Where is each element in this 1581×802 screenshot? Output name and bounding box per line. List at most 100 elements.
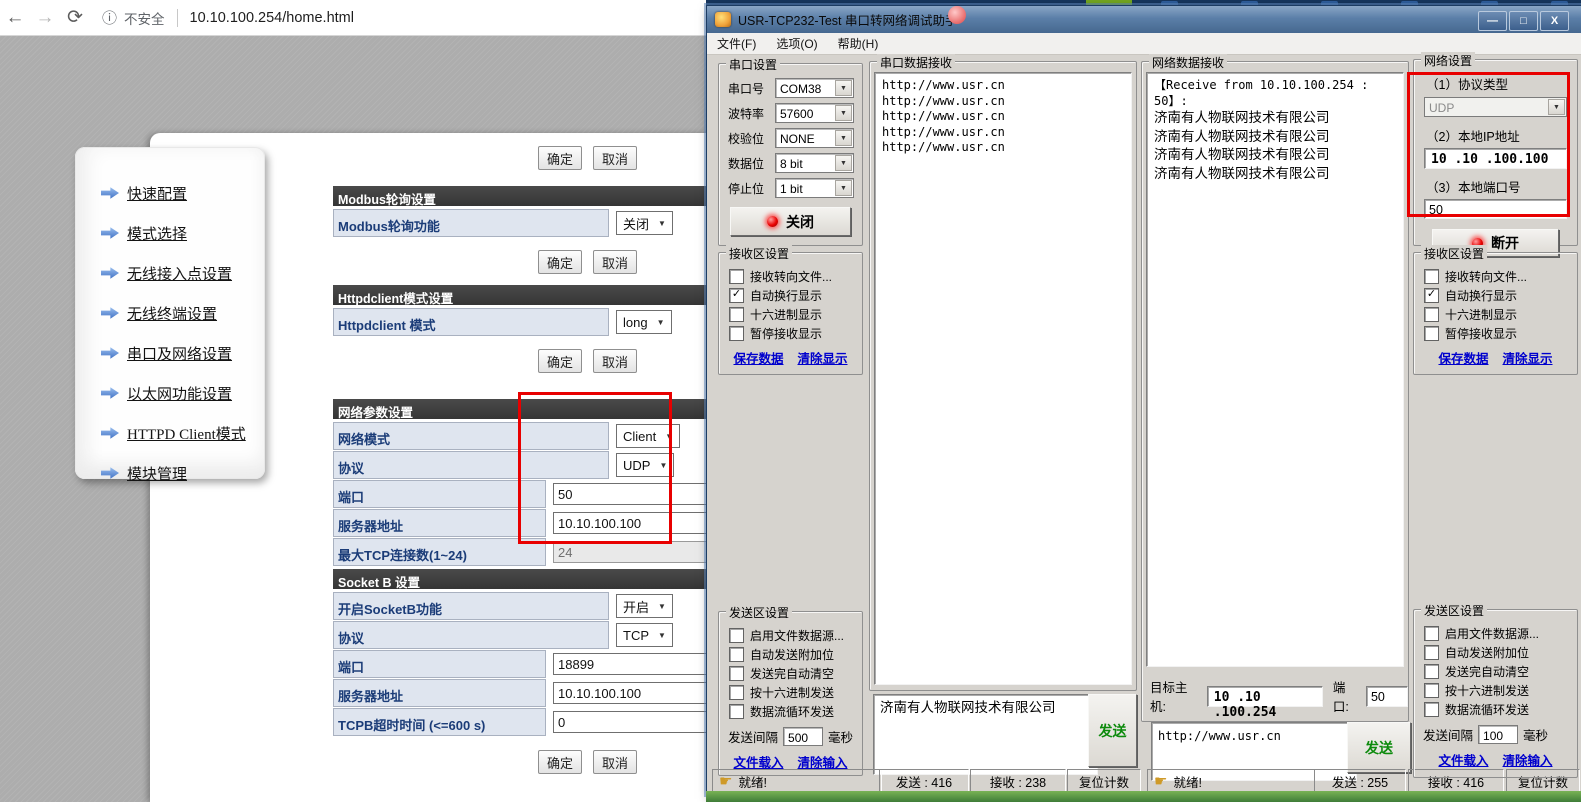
network-settings-group: 网络设置 （1）协议类型 UDP （2）本地IP地址 10 .10 .100.1… bbox=[1413, 59, 1578, 246]
ok-button[interactable]: 确定 bbox=[538, 250, 582, 274]
interval-input[interactable]: 100 bbox=[1478, 725, 1518, 744]
checkbox-hex-display[interactable] bbox=[1424, 307, 1439, 322]
checkbox-recv-to-file[interactable] bbox=[729, 269, 744, 284]
checkbox-auto-wrap[interactable] bbox=[729, 288, 744, 303]
reload-icon[interactable]: ⟳ bbox=[60, 6, 90, 29]
checkbox-pause-recv[interactable] bbox=[729, 326, 744, 341]
serial-receive-area[interactable]: http://www.usr.cn http://www.usr.cn http… bbox=[874, 72, 1132, 685]
modbus-function-select[interactable]: 关闭 bbox=[616, 211, 673, 235]
ok-button[interactable]: 确定 bbox=[538, 750, 582, 774]
menu-file[interactable]: 文件(F) bbox=[707, 35, 766, 52]
clear-input-link[interactable]: 清除输入 bbox=[1503, 750, 1553, 769]
sidebar-item-quick-config[interactable]: 快速配置 bbox=[101, 173, 265, 213]
minimize-button[interactable]: — bbox=[1478, 11, 1507, 31]
stopbits-select[interactable]: 1 bit bbox=[775, 178, 854, 198]
socketb-server-input[interactable] bbox=[553, 682, 713, 704]
clear-display-link[interactable]: 清除显示 bbox=[798, 348, 848, 367]
forward-icon[interactable]: → bbox=[30, 7, 60, 29]
url-text[interactable]: 10.10.100.254/home.html bbox=[190, 10, 354, 26]
menu-help[interactable]: 帮助(H) bbox=[828, 35, 889, 52]
title-bar[interactable]: USR-TCP232-Test 串口转网络调试助手 — □ X bbox=[707, 6, 1581, 33]
checkbox-hex-display[interactable] bbox=[729, 307, 744, 322]
section-header-httpdclient: Httpdclient模式设置 bbox=[333, 285, 713, 305]
socketb-protocol-select[interactable]: TCP bbox=[616, 623, 673, 647]
reset-count-button[interactable]: 复位计数 bbox=[1067, 769, 1141, 793]
close-button[interactable]: X bbox=[1540, 11, 1569, 31]
checkbox-auto-wrap[interactable] bbox=[1424, 288, 1439, 303]
back-icon[interactable]: ← bbox=[0, 7, 30, 29]
cancel-button[interactable]: 取消 bbox=[593, 146, 637, 170]
checkbox-label: 发送完自动清空 bbox=[750, 665, 834, 682]
checkbox-pause-recv[interactable] bbox=[1424, 326, 1439, 341]
sidebar-item-module-manage[interactable]: 模块管理 bbox=[101, 453, 265, 493]
interval-input[interactable]: 500 bbox=[783, 727, 823, 746]
checkbox-file-source[interactable] bbox=[1424, 626, 1439, 641]
cancel-button[interactable]: 取消 bbox=[593, 349, 637, 373]
row-label: 协议 bbox=[333, 451, 609, 479]
com-port-select[interactable]: COM38 bbox=[775, 78, 854, 98]
checkbox-send-hex[interactable] bbox=[729, 685, 744, 700]
local-ip-input[interactable]: 10 .10 .100.100 bbox=[1424, 148, 1567, 169]
sidebar-item-sta-settings[interactable]: 无线终端设置 bbox=[101, 293, 265, 333]
sidebar-item-ap-settings[interactable]: 无线接入点设置 bbox=[101, 253, 265, 293]
serial-settings-group: 串口设置 串口号COM38 波特率57600 校验位NONE 数据位8 bit … bbox=[718, 63, 863, 246]
sidebar-item-mode-select[interactable]: 模式选择 bbox=[101, 213, 265, 253]
httpdclient-mode-select[interactable]: long bbox=[616, 310, 672, 334]
socketb-port-input[interactable] bbox=[553, 653, 713, 675]
sidebar-item-ethernet-settings[interactable]: 以太网功能设置 bbox=[101, 373, 265, 413]
arrow-icon bbox=[101, 427, 119, 440]
info-icon[interactable]: ⓘ bbox=[102, 7, 117, 28]
target-host-input[interactable]: 10 .10 .100.254 bbox=[1207, 686, 1323, 707]
socketb-enable-select[interactable]: 开启 bbox=[616, 594, 673, 618]
checkbox-loop-send[interactable] bbox=[729, 704, 744, 719]
sidebar-item-httpd-client[interactable]: HTTPD Client模式 bbox=[101, 413, 265, 453]
network-receive-area[interactable]: 【Receive from 10.10.100.254 : 50】: 济南有人物… bbox=[1146, 72, 1404, 667]
checkbox-file-source[interactable] bbox=[729, 628, 744, 643]
checkbox-auto-append[interactable] bbox=[729, 647, 744, 662]
baudrate-select[interactable]: 57600 bbox=[775, 103, 854, 123]
network-send-button[interactable]: 发送 bbox=[1347, 722, 1411, 773]
sidebar-item-label[interactable]: 串口及网络设置 bbox=[127, 343, 232, 364]
sidebar-item-label[interactable]: 以太网功能设置 bbox=[127, 383, 232, 404]
sidebar-item-label[interactable]: 快速配置 bbox=[127, 183, 187, 204]
protocol-select[interactable]: UDP bbox=[616, 453, 674, 477]
ok-button[interactable]: 确定 bbox=[538, 146, 582, 170]
checkbox-clear-after-send[interactable] bbox=[729, 666, 744, 681]
local-port-input[interactable]: 50 bbox=[1424, 199, 1567, 219]
save-data-link[interactable]: 保存数据 bbox=[733, 348, 783, 367]
server-address-input[interactable] bbox=[553, 512, 713, 534]
checkbox-loop-send[interactable] bbox=[1424, 702, 1439, 717]
address-bar[interactable]: ⓘ 不安全 10.10.100.254/home.html bbox=[102, 7, 354, 28]
serial-close-button[interactable]: 关闭 bbox=[730, 207, 851, 236]
sidebar-item-label[interactable]: 模块管理 bbox=[127, 463, 187, 484]
databits-select[interactable]: 8 bit bbox=[775, 153, 854, 173]
sidebar-item-label[interactable]: HTTPD Client模式 bbox=[127, 423, 246, 444]
checkbox-label: 数据流循环发送 bbox=[750, 703, 834, 720]
checkbox-auto-append[interactable] bbox=[1424, 645, 1439, 660]
checkbox-recv-to-file[interactable] bbox=[1424, 269, 1439, 284]
serial-send-button[interactable]: 发送 bbox=[1088, 694, 1137, 767]
checkbox-clear-after-send[interactable] bbox=[1424, 664, 1439, 679]
ok-button[interactable]: 确定 bbox=[538, 349, 582, 373]
target-port-input[interactable]: 50 bbox=[1366, 686, 1408, 707]
clear-display-link[interactable]: 清除显示 bbox=[1503, 348, 1553, 367]
network-mode-select[interactable]: Client bbox=[616, 424, 680, 448]
sidebar-item-uart-net-settings[interactable]: 串口及网络设置 bbox=[101, 333, 265, 373]
load-file-link[interactable]: 文件载入 bbox=[1438, 750, 1488, 769]
sidebar-item-label[interactable]: 无线接入点设置 bbox=[127, 263, 232, 284]
field-label: 串口号 bbox=[728, 80, 775, 97]
network-receive-group: 网络数据接收 【Receive from 10.10.100.254 : 50】… bbox=[1141, 61, 1409, 722]
button-row: 确定 取消 bbox=[538, 750, 713, 772]
tcpb-timeout-input[interactable] bbox=[553, 711, 713, 733]
sidebar-item-label[interactable]: 模式选择 bbox=[127, 223, 187, 244]
serial-send-input[interactable]: 济南有人物联网技术有限公司 bbox=[873, 694, 1098, 775]
parity-select[interactable]: NONE bbox=[775, 128, 854, 148]
maximize-button[interactable]: □ bbox=[1509, 11, 1538, 31]
sidebar-item-label[interactable]: 无线终端设置 bbox=[127, 303, 217, 324]
cancel-button[interactable]: 取消 bbox=[593, 250, 637, 274]
port-input[interactable] bbox=[553, 483, 713, 505]
cancel-button[interactable]: 取消 bbox=[593, 750, 637, 774]
checkbox-send-hex[interactable] bbox=[1424, 683, 1439, 698]
save-data-link[interactable]: 保存数据 bbox=[1438, 348, 1488, 367]
menu-options[interactable]: 选项(O) bbox=[766, 35, 827, 52]
